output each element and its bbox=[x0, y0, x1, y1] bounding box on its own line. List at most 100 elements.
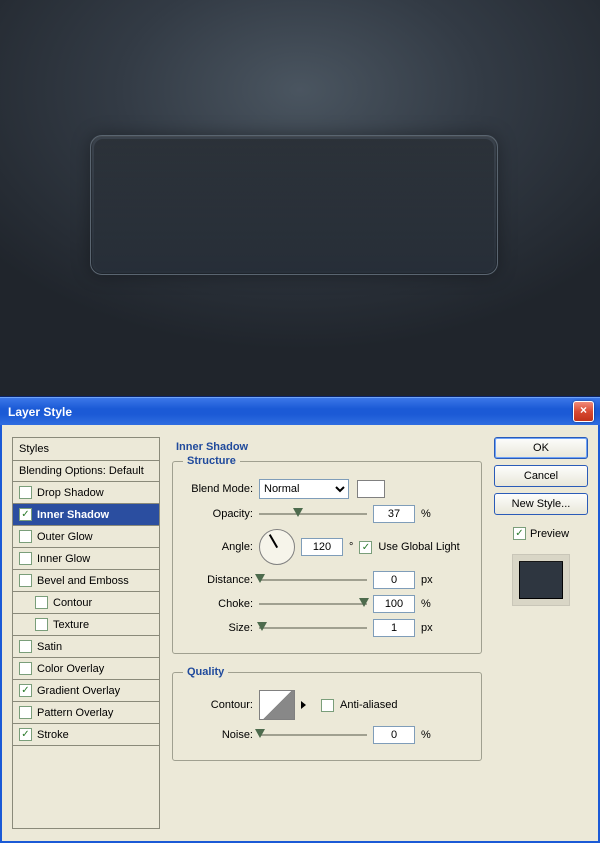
quality-legend: Quality bbox=[183, 666, 228, 678]
dialog-client: Styles Blending Options: Default Drop Sh… bbox=[0, 425, 600, 843]
chevron-down-icon bbox=[301, 701, 306, 709]
blending-options-label: Blending Options: Default bbox=[19, 465, 144, 477]
style-label: Inner Shadow bbox=[37, 509, 109, 521]
layer-style-dialog: Layer Style × Styles Blending Options: D… bbox=[0, 396, 600, 843]
style-checkbox[interactable] bbox=[19, 640, 32, 653]
quality-group: Quality Contour: Anti-aliased Noise: 0 % bbox=[172, 666, 482, 761]
style-row-drop-shadow[interactable]: Drop Shadow bbox=[13, 482, 159, 504]
distance-unit: px bbox=[421, 574, 433, 586]
anti-aliased-checkbox[interactable] bbox=[321, 699, 334, 712]
style-row-gradient-overlay[interactable]: ✓ Gradient Overlay bbox=[13, 680, 159, 702]
style-checkbox[interactable]: ✓ bbox=[19, 684, 32, 697]
angle-degree: ° bbox=[349, 541, 353, 553]
noise-slider[interactable] bbox=[259, 728, 367, 742]
contour-picker[interactable] bbox=[259, 690, 295, 720]
style-checkbox[interactable] bbox=[19, 486, 32, 499]
structure-legend: Structure bbox=[183, 455, 240, 467]
design-canvas bbox=[0, 0, 600, 396]
style-label: Gradient Overlay bbox=[37, 685, 120, 697]
structure-group: Structure Blend Mode: Normal Opacity: 37… bbox=[172, 455, 482, 654]
anti-aliased-label: Anti-aliased bbox=[340, 699, 397, 711]
choke-row: Choke: 100 % bbox=[183, 595, 471, 613]
style-checkbox[interactable]: ✓ bbox=[19, 728, 32, 741]
style-row-outer-glow[interactable]: Outer Glow bbox=[13, 526, 159, 548]
style-row-pattern-overlay[interactable]: Pattern Overlay bbox=[13, 702, 159, 724]
search-bar-shape bbox=[90, 135, 498, 275]
dialog-title: Layer Style bbox=[8, 405, 72, 419]
preview-thumbnail bbox=[519, 561, 563, 599]
angle-label: Angle: bbox=[183, 541, 253, 553]
style-checkbox[interactable] bbox=[35, 596, 48, 609]
style-row-satin[interactable]: Satin bbox=[13, 636, 159, 658]
style-row-bevel-and-emboss[interactable]: Bevel and Emboss bbox=[13, 570, 159, 592]
style-label: Bevel and Emboss bbox=[37, 575, 129, 587]
distance-slider[interactable] bbox=[259, 573, 367, 587]
blend-mode-select[interactable]: Normal bbox=[259, 479, 349, 499]
styles-header-label: Styles bbox=[19, 443, 49, 455]
use-global-light-label: Use Global Light bbox=[378, 541, 459, 553]
choke-label: Choke: bbox=[183, 598, 253, 610]
contour-row: Contour: Anti-aliased bbox=[183, 690, 471, 720]
style-checkbox[interactable] bbox=[35, 618, 48, 631]
choke-slider[interactable] bbox=[259, 597, 367, 611]
settings-panel: Inner Shadow Structure Blend Mode: Norma… bbox=[172, 437, 482, 829]
cancel-button[interactable]: Cancel bbox=[494, 465, 588, 487]
noise-unit: % bbox=[421, 729, 431, 741]
style-label: Satin bbox=[37, 641, 62, 653]
size-value[interactable]: 1 bbox=[373, 619, 415, 637]
angle-dial[interactable] bbox=[259, 529, 295, 565]
size-row: Size: 1 px bbox=[183, 619, 471, 637]
style-checkbox[interactable] bbox=[19, 530, 32, 543]
opacity-unit: % bbox=[421, 508, 431, 520]
close-button[interactable]: × bbox=[573, 401, 594, 422]
new-style-button[interactable]: New Style... bbox=[494, 493, 588, 515]
distance-row: Distance: 0 px bbox=[183, 571, 471, 589]
preview-row: ✓ Preview bbox=[494, 527, 588, 540]
angle-value[interactable]: 120 bbox=[301, 538, 343, 556]
choke-value[interactable]: 100 bbox=[373, 595, 415, 613]
style-label: Contour bbox=[53, 597, 92, 609]
distance-label: Distance: bbox=[183, 574, 253, 586]
dialog-buttons: OK Cancel New Style... ✓ Preview bbox=[494, 437, 588, 829]
style-label: Outer Glow bbox=[37, 531, 93, 543]
preview-checkbox[interactable]: ✓ bbox=[513, 527, 526, 540]
contour-label: Contour: bbox=[183, 699, 253, 711]
opacity-label: Opacity: bbox=[183, 508, 253, 520]
style-label: Texture bbox=[53, 619, 89, 631]
opacity-value[interactable]: 37 bbox=[373, 505, 415, 523]
angle-row: Angle: 120 ° ✓ Use Global Light bbox=[183, 529, 471, 565]
choke-unit: % bbox=[421, 598, 431, 610]
style-row-stroke[interactable]: ✓ Stroke bbox=[13, 724, 159, 746]
style-checkbox[interactable] bbox=[19, 662, 32, 675]
style-checkbox[interactable] bbox=[19, 552, 32, 565]
blending-options-row[interactable]: Blending Options: Default bbox=[13, 461, 159, 482]
style-row-color-overlay[interactable]: Color Overlay bbox=[13, 658, 159, 680]
preview-swatch bbox=[512, 554, 570, 606]
size-label: Size: bbox=[183, 622, 253, 634]
section-title: Inner Shadow bbox=[176, 441, 482, 453]
styles-panel: Styles Blending Options: Default Drop Sh… bbox=[12, 437, 160, 829]
shadow-color-swatch[interactable] bbox=[357, 480, 385, 498]
style-row-contour[interactable]: Contour bbox=[13, 592, 159, 614]
noise-value[interactable]: 0 bbox=[373, 726, 415, 744]
styles-header[interactable]: Styles bbox=[13, 438, 159, 461]
ok-button[interactable]: OK bbox=[494, 437, 588, 459]
distance-value[interactable]: 0 bbox=[373, 571, 415, 589]
blend-mode-row: Blend Mode: Normal bbox=[183, 479, 471, 499]
style-row-inner-shadow[interactable]: ✓ Inner Shadow bbox=[13, 504, 159, 526]
style-row-texture[interactable]: Texture bbox=[13, 614, 159, 636]
style-row-inner-glow[interactable]: Inner Glow bbox=[13, 548, 159, 570]
dialog-titlebar[interactable]: Layer Style × bbox=[0, 397, 600, 425]
style-checkbox[interactable] bbox=[19, 706, 32, 719]
opacity-slider[interactable] bbox=[259, 507, 367, 521]
preview-label: Preview bbox=[530, 528, 569, 540]
style-label: Color Overlay bbox=[37, 663, 104, 675]
style-label: Drop Shadow bbox=[37, 487, 104, 499]
noise-row: Noise: 0 % bbox=[183, 726, 471, 744]
style-label: Stroke bbox=[37, 729, 69, 741]
use-global-light-checkbox[interactable]: ✓ bbox=[359, 541, 372, 554]
style-checkbox[interactable] bbox=[19, 574, 32, 587]
noise-label: Noise: bbox=[183, 729, 253, 741]
style-checkbox[interactable]: ✓ bbox=[19, 508, 32, 521]
size-slider[interactable] bbox=[259, 621, 367, 635]
